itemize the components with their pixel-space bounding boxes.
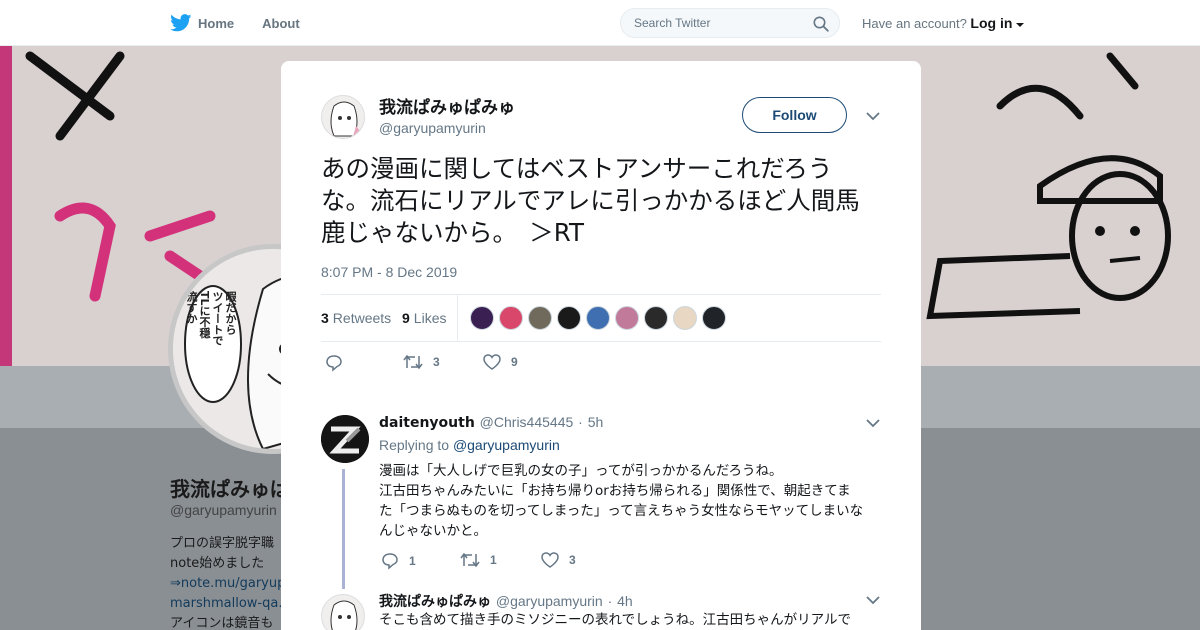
reply-actions: 1 1 3 (381, 552, 681, 572)
heart-icon (541, 552, 559, 568)
author-avatar-image (330, 101, 362, 138)
liker-avatar[interactable] (586, 306, 610, 330)
retweet-icon (460, 552, 480, 568)
search-icon[interactable] (813, 16, 829, 32)
retweet-action[interactable]: 1 (460, 552, 497, 568)
reply-separator: · (578, 414, 583, 430)
liker-avatar[interactable] (557, 306, 581, 330)
nav-about-link[interactable]: About (262, 16, 300, 31)
liker-avatar[interactable] (528, 306, 552, 330)
liker-avatar[interactable] (470, 306, 494, 330)
like-action[interactable]: 9 (483, 354, 518, 370)
liker-avatar[interactable] (673, 306, 697, 330)
author-name[interactable]: 我流ぱみゅぱみゅ (379, 93, 515, 118)
reply-avatar[interactable] (321, 415, 369, 463)
avatar-speech-bubble: 暇だから ツイートで TLに不穏 流すか (185, 291, 237, 346)
liker-avatar[interactable] (702, 306, 726, 330)
twitter-bird-icon[interactable] (170, 14, 192, 32)
tweet-modal: 我流ぱみゅぱみゅ @garyupamyurin Follow あの漫画に関しては… (281, 61, 921, 630)
reply-author[interactable]: daitenyouth @Chris445445 · 5h (379, 414, 603, 431)
chevron-down-icon[interactable] (866, 418, 880, 428)
reply-avatar-image (330, 600, 358, 630)
chevron-down-icon[interactable] (866, 111, 880, 121)
reply-author-name: daitenyouth (379, 415, 475, 431)
liker-avatar[interactable] (644, 306, 668, 330)
replying-to-link[interactable]: @garyupamyurin (453, 437, 560, 453)
tweet-stats: 3 Retweets 9 Likes (321, 294, 881, 342)
caret-down-icon[interactable] (1016, 22, 1025, 28)
reply-text: 漫画は「大人しげで巨乳の女の子」ってが引っかかるんだろうね。 江古田ちゃんみたい… (379, 461, 879, 541)
retweets-stat[interactable]: 3 Retweets (321, 310, 391, 326)
like-count: 9 (511, 355, 518, 369)
banner-stripe (0, 46, 12, 366)
likes-stat[interactable]: 9 Likes (402, 310, 446, 326)
reply-author-handle: @garyupamyurin (495, 593, 603, 609)
thread-line (342, 469, 345, 589)
reply-time[interactable]: 4h (617, 593, 633, 609)
retweet-action[interactable]: 3 (403, 354, 440, 370)
reply-author-name: 我流ぱみゅぱみゅ (379, 594, 491, 610)
likes-label: Likes (413, 310, 447, 326)
bio-line: note始めました (170, 556, 265, 571)
author-handle[interactable]: @garyupamyurin (379, 120, 486, 136)
retweet-count: 1 (490, 553, 497, 567)
like-count: 3 (569, 553, 576, 567)
tweet-text: あの漫画に関してはベストアンサーこれだろうな。流石にリアルでアレに引っかかるほど… (321, 154, 860, 247)
account-area: Have an account? Log in (862, 15, 1025, 31)
reply-separator: · (607, 593, 613, 609)
reply-author-handle: @Chris445445 (479, 414, 574, 430)
replying-to-label: Replying to (379, 437, 450, 453)
reply-action[interactable] (325, 354, 353, 372)
reply-avatar-image (321, 415, 369, 463)
follow-button[interactable]: Follow (742, 97, 847, 133)
retweets-label: Retweets (332, 310, 392, 326)
search-input[interactable]: Search Twitter (620, 8, 840, 38)
profile-bio: プロの誤字脱字職 note始めました ⇒note.mu/garyup marsh… (170, 534, 282, 630)
reply-text-line: んじゃないかと。 (379, 523, 487, 539)
tweet-timestamp[interactable]: 8:07 PM - 8 Dec 2019 (321, 264, 457, 280)
stats-divider (457, 295, 458, 341)
reply-text-line: た「つまらぬものを切ってしまった」って言えちゃう女性ならモヤッてしまいな (379, 503, 864, 519)
bio-link[interactable]: marshmallow-qa.c (170, 594, 282, 614)
replying-to: Replying to @garyupamyurin (379, 437, 560, 453)
retweets-count: 3 (321, 310, 329, 326)
bio-line: プロの誤字脱字職 (170, 536, 275, 551)
likes-count: 9 (402, 310, 410, 326)
reply-count: 1 (409, 554, 416, 568)
reply-icon (382, 553, 398, 570)
top-navigation: Home About Search Twitter Have an accoun… (0, 0, 1200, 46)
login-link[interactable]: Log in (970, 15, 1012, 31)
profile-name: 我流ぱみゅぱ (170, 477, 290, 501)
retweet-count: 3 (433, 355, 440, 369)
liker-avatar[interactable] (615, 306, 639, 330)
have-account-text: Have an account? (862, 16, 967, 31)
reply-avatar[interactable] (321, 594, 365, 630)
chevron-down-icon[interactable] (866, 595, 880, 605)
close-icon[interactable] (1156, 13, 1176, 33)
reply-text: そこも含めて描き手のミソジニーの表れでしょうね。江古田ちゃんがリアルで (379, 610, 879, 630)
reply-text-line: 漫画は「大人しげで巨乳の女の子」ってが引っかかるんだろうね。 (379, 463, 783, 479)
retweet-icon (403, 354, 423, 370)
author-avatar[interactable] (321, 95, 365, 139)
liker-avatar[interactable] (499, 306, 523, 330)
reply-time[interactable]: 5h (588, 414, 604, 430)
reply-author[interactable]: 我流ぱみゅぱみゅ @garyupamyurin · 4h (379, 591, 633, 611)
heart-icon (483, 354, 501, 370)
reply-icon (326, 355, 342, 372)
reply-action[interactable]: 1 (381, 552, 416, 570)
reply-text-line: そこも含めて描き手のミソジニーの表れでしょうね。江古田ちゃんがリアルで (379, 612, 851, 628)
search-placeholder: Search Twitter (634, 16, 711, 30)
bio-link[interactable]: ⇒note.mu/garyup (170, 574, 282, 594)
reply-text-line: 江古田ちゃんみたいに「お持ち帰りorお持ち帰られる」関係性で、朝起きてま (379, 483, 851, 499)
nav-home-link[interactable]: Home (198, 16, 234, 31)
tweet-actions: 3 9 (325, 354, 625, 374)
profile-handle: @garyupamyurin (170, 502, 277, 518)
bio-line: アイコンは鏡音も (170, 616, 274, 630)
like-action[interactable]: 3 (541, 552, 576, 568)
